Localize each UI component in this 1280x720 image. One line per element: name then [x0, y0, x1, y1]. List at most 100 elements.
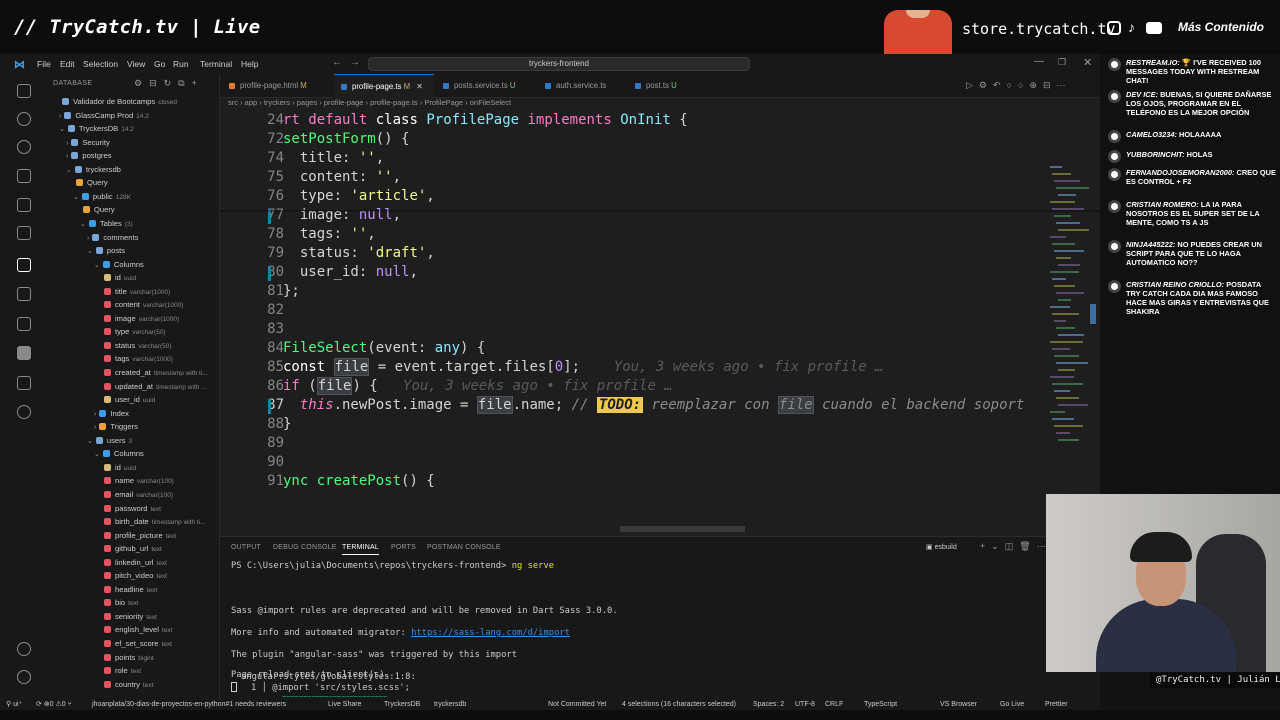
- scrollbar-thumb[interactable]: [1090, 304, 1096, 324]
- source-control-icon[interactable]: [17, 169, 31, 183]
- sticky-code-line[interactable]: 24 rt default class ProfilePage implement…: [220, 112, 1100, 131]
- code-line[interactable]: 85 const file = event.target.files[0]; Yo…: [220, 358, 1100, 378]
- status-prettier[interactable]: Prettier: [1045, 700, 1068, 710]
- tree-item[interactable]: ⌄ tryckersdb: [66, 163, 124, 177]
- panel-tab-ports[interactable]: PORTS: [391, 544, 416, 551]
- container-icon[interactable]: [17, 376, 31, 390]
- status-encoding[interactable]: UTF-8: [795, 700, 815, 710]
- code-line[interactable]: 76 type: 'article',: [220, 188, 1100, 207]
- tab-profile-page-ts[interactable]: profile-page.ts M ✕: [334, 74, 434, 98]
- tab-auth-service[interactable]: auth.service.ts: [538, 74, 630, 98]
- code-line[interactable]: 79 status: 'draft',: [220, 245, 1100, 264]
- status-commit[interactable]: Not Committed Yet: [548, 700, 606, 710]
- code-line[interactable]: 84 FileSelect(event: any) {: [220, 340, 1100, 359]
- tree-item[interactable]: image varchar(1000): [101, 312, 179, 326]
- breadcrumb[interactable]: src › app › tryckers › pages › profile-p…: [228, 98, 511, 107]
- code-line[interactable]: 86 if (file) { You, 3 weeks ago • fix pro…: [220, 377, 1100, 397]
- tree-item[interactable]: pitch_video text: [101, 569, 167, 583]
- menu-terminal[interactable]: Terminal: [200, 59, 232, 69]
- tree-item[interactable]: id uuid: [101, 461, 136, 475]
- tree-item[interactable]: seniority text: [101, 610, 157, 624]
- panel-actions-icons[interactable]: +⌄◫🗑⋯: [980, 541, 1052, 552]
- tree-item[interactable]: ⌄ public 128K: [73, 190, 131, 204]
- tree-item[interactable]: created_at timestamp with ti...: [101, 366, 208, 380]
- terminal-instance[interactable]: ▣ esbuild: [926, 543, 957, 551]
- puzzle-icon[interactable]: [17, 405, 31, 419]
- status-spaces[interactable]: Spaces: 2: [753, 700, 784, 710]
- sidebar-toolbar-icons[interactable]: ⚙⊟↻⧉+: [134, 78, 204, 89]
- board-icon[interactable]: [17, 346, 31, 360]
- code-line[interactable]: 74 title: '',: [220, 150, 1100, 169]
- menu-edit[interactable]: Edit: [60, 59, 75, 69]
- sticky-code-line[interactable]: 72 setPostForm() {: [220, 131, 1100, 150]
- tab-profile-page-html[interactable]: profile-page.html M: [222, 74, 332, 98]
- minimap[interactable]: [1050, 166, 1090, 466]
- code-line[interactable]: 90: [220, 454, 1100, 473]
- tree-item[interactable]: role text: [101, 664, 141, 678]
- tree-item[interactable]: github_url text: [101, 542, 162, 556]
- status-selections[interactable]: 4 selections (16 characters selected): [622, 700, 736, 710]
- tree-item[interactable]: ef_set_score text: [101, 637, 172, 651]
- status-liveshare[interactable]: Live Share: [328, 700, 361, 710]
- status-language[interactable]: TypeScript: [864, 700, 897, 710]
- remote-icon[interactable]: ⚲ ui⁺: [6, 700, 22, 710]
- menu-selection[interactable]: Selection: [83, 59, 118, 69]
- terminal-link[interactable]: https://sass-lang.com/d/import: [411, 628, 570, 638]
- tree-item[interactable]: english_level text: [101, 623, 172, 637]
- tree-item[interactable]: type varchar(50): [101, 325, 166, 339]
- tree-item[interactable]: email varchar(100): [101, 488, 173, 502]
- tree-item[interactable]: Validador de Bootcamps closed: [59, 95, 177, 109]
- code-line[interactable]: 88}: [220, 416, 1100, 435]
- code-line[interactable]: 87 this.newPost.image = file.name; // TO…: [220, 396, 1100, 416]
- status-golive[interactable]: Go Live: [1000, 700, 1024, 710]
- status-branch[interactable]: jhoanplata/30-dias-de-proyectos-en-pytho…: [92, 700, 286, 710]
- status-eol[interactable]: CRLF: [825, 700, 843, 710]
- run-debug-icon[interactable]: [17, 198, 31, 212]
- code-line[interactable]: 75 content: '',: [220, 169, 1100, 188]
- tree-item[interactable]: › GlassCamp Prod 14.2: [59, 109, 149, 123]
- layers-icon[interactable]: [17, 287, 31, 301]
- menu-go[interactable]: Go: [154, 59, 165, 69]
- tree-item[interactable]: › Index: [94, 407, 132, 421]
- code-line[interactable]: 81};: [220, 283, 1100, 302]
- minimize-icon[interactable]: —: [1034, 56, 1044, 67]
- menu-view[interactable]: View: [127, 59, 145, 69]
- code-line[interactable]: 78 tags: '',: [220, 226, 1100, 245]
- tree-item[interactable]: name varchar(100): [101, 474, 174, 488]
- tree-item[interactable]: linkedin_url text: [101, 556, 167, 570]
- code-line[interactable]: 80 user_id: null,: [220, 264, 1100, 283]
- command-center-search[interactable]: tryckers-frontend: [368, 57, 750, 71]
- tree-item[interactable]: user_id uuid: [101, 393, 155, 407]
- tree-item[interactable]: › Triggers: [94, 420, 141, 434]
- tree-item[interactable]: › Security: [66, 136, 113, 150]
- code-line[interactable]: 91 ync createPost() {: [220, 473, 1100, 492]
- tab-post-ts[interactable]: post.ts U: [628, 74, 698, 98]
- account-icon[interactable]: [17, 642, 31, 656]
- status-browser[interactable]: VS Browser: [940, 700, 977, 710]
- tree-item[interactable]: ⌄ posts: [87, 244, 128, 258]
- status-dbname[interactable]: tryckersdb: [434, 700, 466, 710]
- panel-tab-output[interactable]: OUTPUT: [231, 544, 261, 551]
- tree-item[interactable]: headline text: [101, 583, 157, 597]
- tree-item[interactable]: ⌄ Columns: [94, 258, 147, 272]
- tree-item[interactable]: profile_picture text: [101, 529, 176, 543]
- tree-item[interactable]: › postgres: [66, 149, 114, 163]
- tree-item[interactable]: Query: [73, 176, 111, 190]
- git-icon[interactable]: [17, 112, 31, 126]
- restore-icon[interactable]: ❐: [1058, 57, 1066, 68]
- tree-item[interactable]: status varchar(50): [101, 339, 172, 353]
- panel-tab-postman[interactable]: POSTMAN CONSOLE: [427, 544, 501, 551]
- nav-forward-icon[interactable]: →: [350, 57, 360, 68]
- status-db[interactable]: TryckersDB: [384, 700, 420, 710]
- menu-help[interactable]: Help: [241, 59, 258, 69]
- tree-item[interactable]: country text: [101, 678, 153, 692]
- code-line[interactable]: 82: [220, 302, 1100, 321]
- horizontal-scrollbar[interactable]: [620, 526, 745, 532]
- tree-item[interactable]: updated_at timestamp with ...: [101, 380, 207, 394]
- explorer-icon[interactable]: [17, 84, 31, 98]
- tree-item[interactable]: Query: [80, 203, 118, 217]
- menu-file[interactable]: File: [37, 59, 51, 69]
- code-line[interactable]: 83: [220, 321, 1100, 340]
- tree-item[interactable]: ⌄ Tables (3): [80, 217, 133, 231]
- tree-item[interactable]: content varchar(1000): [101, 298, 183, 312]
